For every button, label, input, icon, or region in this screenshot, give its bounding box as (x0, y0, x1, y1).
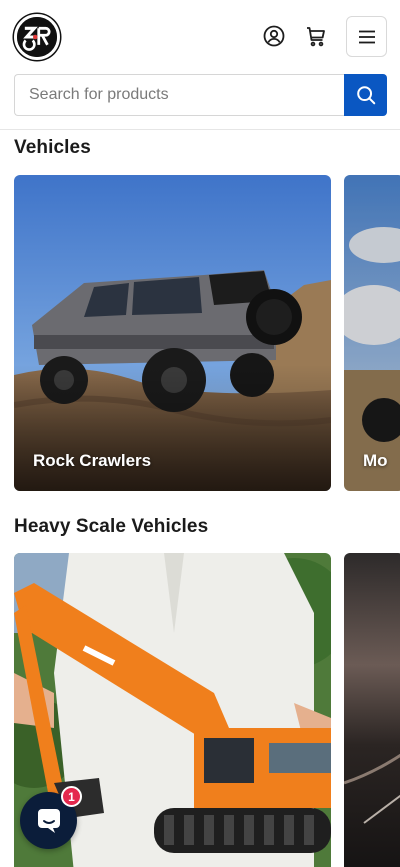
chat-unread-badge: 1 (61, 786, 82, 807)
logo-mark (17, 17, 57, 57)
card-label-partial: Mo (363, 451, 388, 470)
search-button[interactable] (344, 74, 387, 116)
cart-icon[interactable] (304, 24, 328, 48)
category-card-rock-crawlers[interactable]: Rock Crawlers (14, 175, 331, 491)
category-card-partial-2[interactable] (344, 553, 400, 867)
site-logo[interactable] (14, 14, 60, 60)
menu-icon (358, 30, 375, 43)
rock-crawler-image (14, 175, 331, 491)
section-title-vehicles: Vehicles (14, 137, 91, 158)
search-bar (14, 74, 387, 116)
site-header (0, 0, 400, 130)
account-icon[interactable] (262, 24, 286, 48)
card-label-rock-crawlers: Rock Crawlers (33, 451, 152, 470)
partial-card-image-2 (344, 553, 400, 867)
chat-icon (37, 808, 60, 833)
search-icon (356, 86, 375, 105)
category-card-partial[interactable]: Mo (344, 175, 400, 491)
partial-card-image (344, 175, 400, 491)
section-title-heavy-scale: Heavy Scale Vehicles (14, 516, 209, 537)
menu-button[interactable] (346, 16, 387, 57)
search-input[interactable] (14, 74, 344, 116)
